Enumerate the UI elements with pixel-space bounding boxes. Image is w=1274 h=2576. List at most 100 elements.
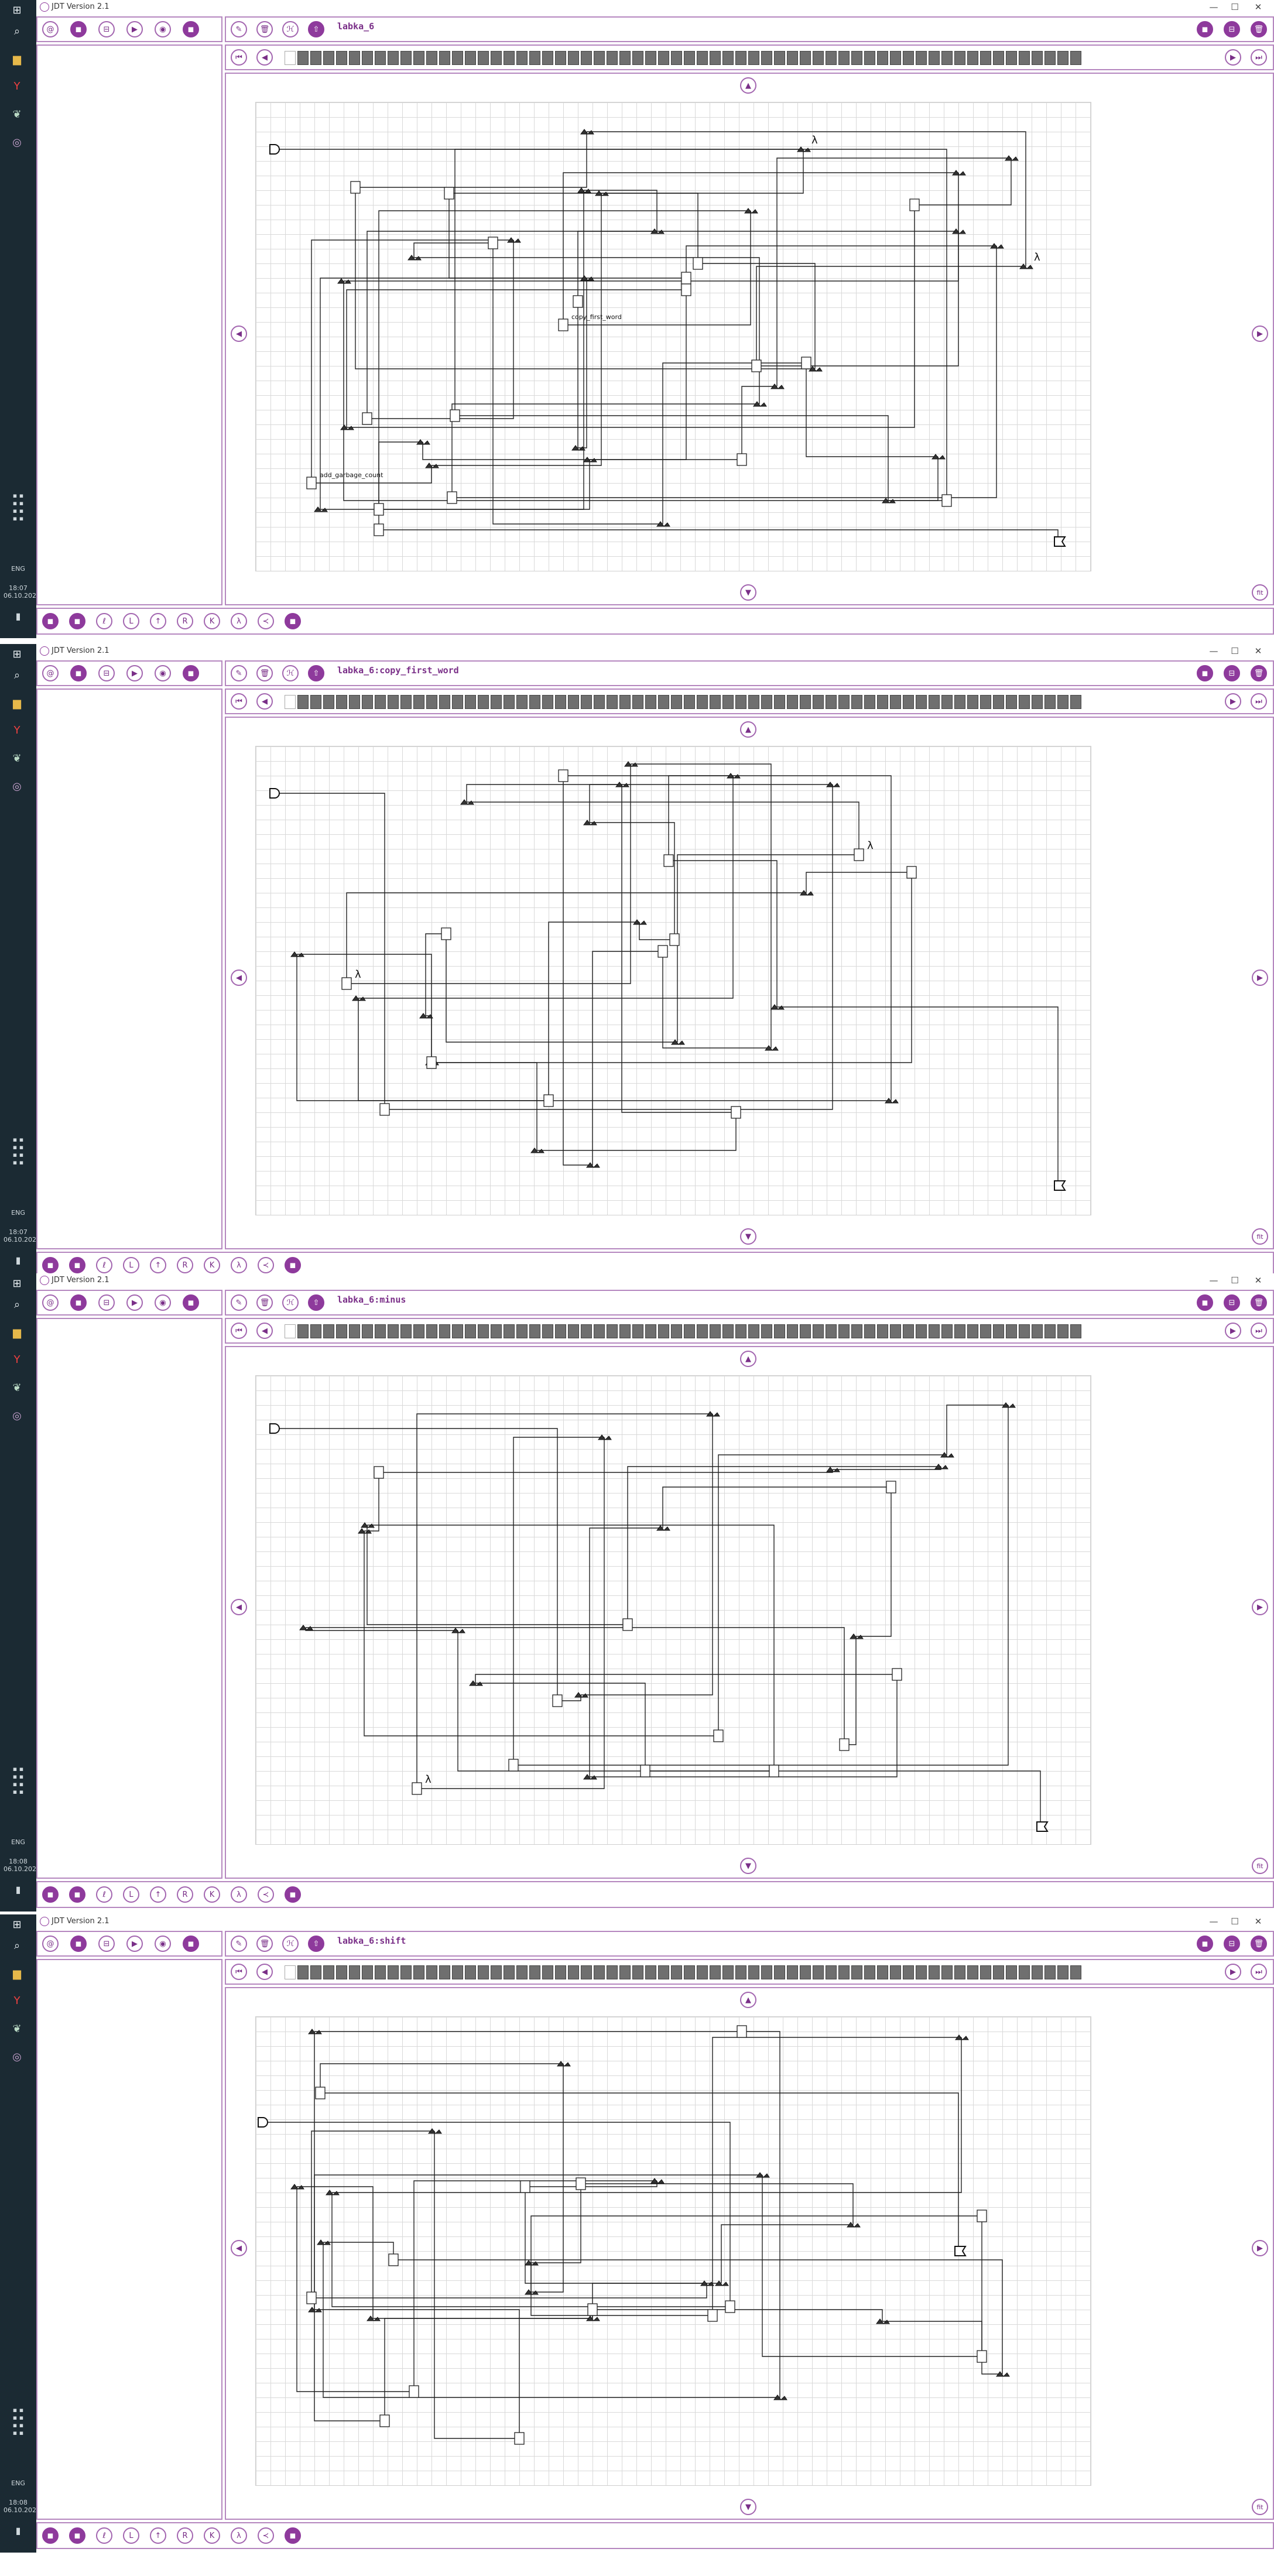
system-tray[interactable]: ▪ ▪ ▪ ▪ ▪ ▪ ▪ ▪ (4, 2406, 33, 2437)
file-tool-button[interactable]: ◼ (70, 21, 87, 37)
tape-cell[interactable] (297, 1965, 309, 1979)
tape-cell[interactable] (787, 695, 798, 709)
tape-cell[interactable] (632, 1324, 643, 1338)
tape-first-button[interactable]: ⏮ (231, 1323, 247, 1339)
file-tool-button[interactable]: ▶ (126, 1294, 143, 1311)
start-terminal[interactable] (269, 788, 280, 799)
save-tool-button[interactable]: 🗑 (1251, 21, 1267, 37)
function-node[interactable] (715, 2280, 729, 2286)
tape-cell[interactable] (349, 1324, 360, 1338)
tape-cell[interactable] (787, 1965, 798, 1979)
tape-cell[interactable] (516, 695, 528, 709)
tape-cell[interactable] (297, 1324, 309, 1338)
tape-cell[interactable] (439, 1324, 450, 1338)
function-node[interactable] (770, 383, 785, 389)
folder-icon[interactable]: ▆ (8, 1966, 26, 1981)
tape-cell[interactable] (452, 1324, 463, 1338)
tape-cell[interactable] (851, 1324, 862, 1338)
operator-node[interactable] (681, 283, 691, 296)
tape-cell[interactable] (787, 51, 798, 65)
tape-cell[interactable] (555, 1965, 566, 1979)
tape-cell[interactable] (774, 695, 785, 709)
tape-cell[interactable] (607, 51, 618, 65)
function-node[interactable] (451, 1628, 465, 1633)
operator-node[interactable] (681, 272, 691, 285)
function-node[interactable] (1002, 1402, 1016, 1408)
scroll-right-button[interactable]: ▶ (1252, 1599, 1268, 1615)
tape-cell[interactable] (826, 695, 837, 709)
tape-cell[interactable] (954, 695, 965, 709)
operator-node[interactable] (558, 769, 568, 782)
language-indicator[interactable]: ENG (4, 1209, 33, 1217)
end-terminal[interactable] (1054, 536, 1066, 547)
tape-cell[interactable] (349, 51, 360, 65)
tape-cell[interactable] (400, 695, 412, 709)
windows-start-icon[interactable]: ⊞ (8, 646, 26, 662)
scroll-up-button[interactable]: ▲ (740, 1351, 756, 1367)
palette-button[interactable]: ≺ (258, 2527, 274, 2544)
tape-cell[interactable] (465, 1324, 476, 1338)
tape-cell[interactable] (929, 1324, 940, 1338)
operator-node[interactable] (769, 1765, 779, 1777)
palette-button[interactable]: ↑ (150, 613, 166, 629)
edit-tool-button[interactable]: ✎ (231, 1936, 247, 1952)
tape-cell[interactable] (362, 1965, 373, 1979)
function-node[interactable] (952, 170, 966, 176)
end-terminal[interactable] (1054, 1180, 1066, 1191)
tape-cell[interactable] (735, 1324, 746, 1338)
operator-node[interactable] (379, 2414, 390, 2427)
tape-cell[interactable] (310, 1324, 321, 1338)
function-node[interactable] (416, 439, 430, 445)
file-tool-button[interactable]: ◉ (155, 21, 171, 37)
tape-cell[interactable] (645, 695, 656, 709)
windows-start-icon[interactable]: ⊞ (8, 2, 26, 18)
save-tool-button[interactable]: ⊟ (1224, 665, 1240, 681)
function-node[interactable] (847, 2222, 861, 2228)
tape-cell[interactable] (645, 1965, 656, 1979)
tape-cell[interactable] (619, 1324, 631, 1338)
tape-cell[interactable] (581, 51, 592, 65)
tape-cell[interactable] (903, 1965, 914, 1979)
tape-cell[interactable] (388, 51, 399, 65)
tape-cell[interactable] (813, 695, 824, 709)
save-tool-button[interactable]: ◼ (1197, 665, 1213, 681)
function-node[interactable] (773, 2395, 787, 2400)
tape-cell[interactable] (1006, 1965, 1017, 1979)
operator-node[interactable] (379, 1103, 390, 1116)
tape-cell[interactable] (916, 1965, 927, 1979)
tape-cell[interactable] (516, 1965, 528, 1979)
operator-node[interactable] (374, 523, 384, 536)
file-tool-button[interactable]: ⊟ (98, 1294, 115, 1311)
tape-cell[interactable] (323, 51, 334, 65)
palette-button[interactable]: ◼ (69, 1257, 85, 1273)
tape-cell[interactable] (710, 1324, 721, 1338)
diagram-canvas[interactable]: λλ (256, 746, 1091, 1215)
tape-cell[interactable] (336, 1324, 347, 1338)
tape-cell[interactable] (658, 51, 669, 65)
end-terminal[interactable] (954, 2246, 967, 2256)
tape-cell[interactable] (993, 1965, 1004, 1979)
network-bird-icon[interactable]: ❦ (8, 2021, 26, 2036)
operator-node[interactable] (854, 848, 864, 861)
edit-tool-button[interactable]: ✎ (231, 665, 247, 681)
operator-node[interactable] (906, 866, 917, 879)
edit-tool-button[interactable]: ⇧ (308, 665, 324, 681)
palette-button[interactable]: ≺ (258, 1257, 274, 1273)
tape-cell[interactable] (684, 51, 695, 65)
palette-button[interactable]: λ (231, 1257, 247, 1273)
tape-cell[interactable] (413, 1324, 424, 1338)
scroll-left-button[interactable]: ◀ (231, 1599, 247, 1615)
windows-start-icon[interactable]: ⊞ (8, 1917, 26, 1932)
tape-cell[interactable] (504, 695, 515, 709)
tape-first-button[interactable]: ⏮ (231, 49, 247, 66)
tape-cell[interactable] (671, 1324, 682, 1338)
palette-button[interactable]: L (123, 1257, 139, 1273)
tape-cell[interactable] (542, 1324, 553, 1338)
network-bird-icon[interactable]: ❦ (8, 1380, 26, 1395)
tape-cell[interactable] (722, 695, 734, 709)
edit-tool-button[interactable]: ⇧ (308, 1294, 324, 1311)
tape-cell[interactable] (516, 1324, 528, 1338)
function-node[interactable] (800, 890, 814, 896)
tape-cell[interactable] (478, 1965, 489, 1979)
diagram-canvas[interactable] (256, 2017, 1091, 2485)
